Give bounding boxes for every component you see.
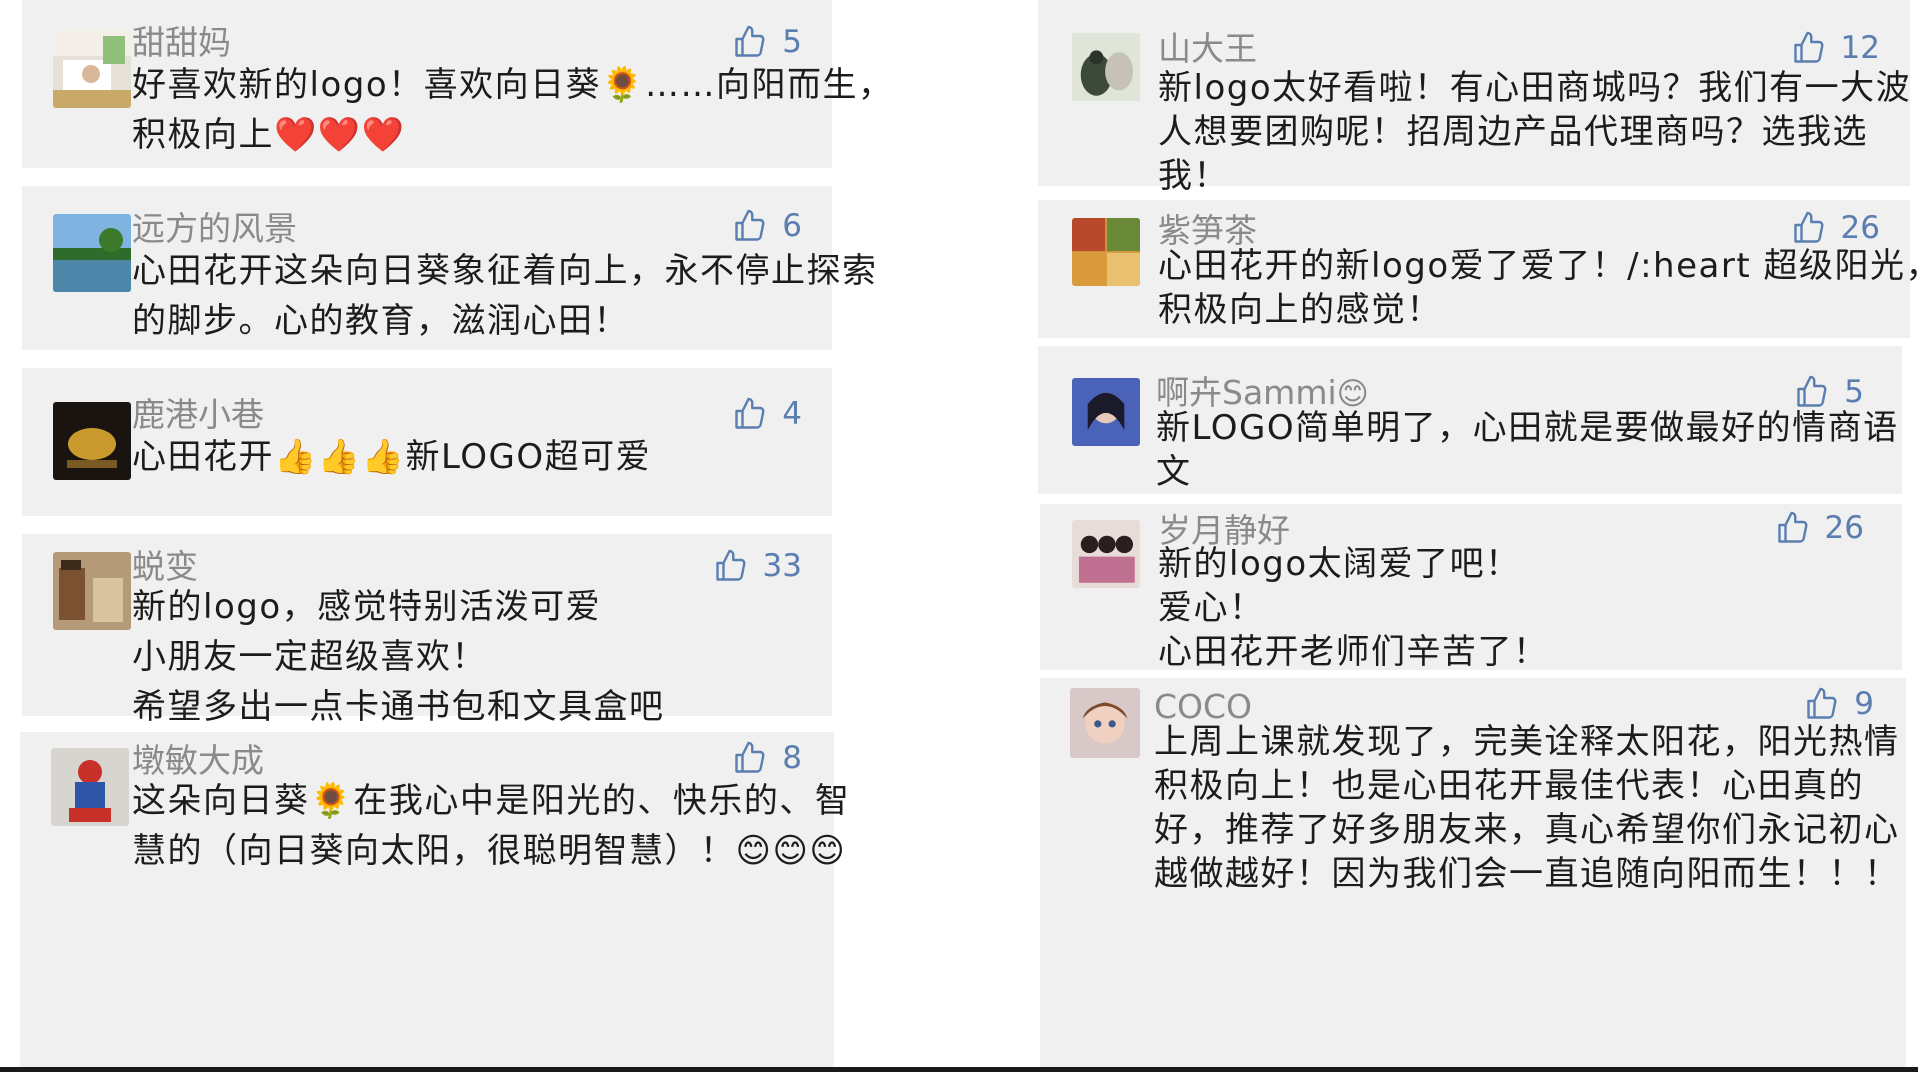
- thumbs-up-icon: [732, 24, 782, 60]
- like-count: 26: [1824, 509, 1864, 546]
- thumbs-up-icon: [732, 740, 782, 776]
- like-count: 4: [782, 395, 802, 432]
- comment-text: 心田花开👍👍👍新LOGO超可爱: [132, 432, 651, 482]
- comment-text: 上周上课就发现了，完美诠释太阳花，阳光热情 积极向上！也是心田花开最佳代表！心田…: [1154, 720, 1900, 896]
- thumbs-up-icon: [1794, 374, 1844, 410]
- like-button[interactable]: 6: [732, 208, 802, 244]
- comment-card: 鹿港小巷 4 心田花开👍👍👍新LOGO超可爱: [22, 368, 832, 516]
- comment-line: 我！: [1158, 156, 1229, 196]
- thumbs-up-icon: [1791, 210, 1841, 246]
- comment-line: 越做越好！因为我们会一直追随向阳而生！！！: [1154, 854, 1900, 894]
- thumbs-up-icon: [732, 208, 782, 244]
- comment-username[interactable]: 蜕变: [132, 550, 198, 583]
- like-button[interactable]: 5: [732, 24, 802, 60]
- comment-username[interactable]: 甜甜妈: [132, 26, 231, 59]
- like-count: 33: [762, 547, 802, 584]
- like-count: 6: [782, 207, 802, 244]
- comment-line: 的脚步。心的教育，滋润心田！: [132, 301, 629, 341]
- comment-line: 人想要团购呢！招周边产品代理商吗？选我选: [1158, 112, 1868, 152]
- comment-line: 心田花开👍👍👍新LOGO超可爱: [132, 437, 652, 477]
- thumbs-up-icon: [1791, 30, 1841, 66]
- comment-line: 爱心！: [1158, 588, 1265, 628]
- like-button[interactable]: 26: [1791, 210, 1880, 246]
- avatar[interactable]: [51, 748, 129, 826]
- like-button[interactable]: 8: [732, 740, 802, 776]
- avatar[interactable]: [53, 552, 131, 630]
- comment-line: 积极向上的感觉！: [1158, 290, 1442, 330]
- avatar[interactable]: [1072, 32, 1140, 102]
- like-count: 26: [1840, 209, 1880, 246]
- comment-line: 小朋友一定超级喜欢！: [132, 637, 487, 677]
- comment-line: 新LOGO简单明了，心田就是要做最好的情商语: [1156, 408, 1899, 448]
- comment-text: 新的logo，感觉特别活泼可爱 小朋友一定超级喜欢！ 希望多出一点卡通书包和文具…: [132, 582, 665, 732]
- comment-text: 心田花开这朵向日葵象征着向上，永不停止探索 的脚步。心的教育，滋润心田！: [132, 246, 878, 346]
- like-button[interactable]: 26: [1775, 510, 1864, 546]
- comment-text: 新的logo太阔爱了吧！ 爱心！ 心田花开老师们辛苦了！: [1158, 542, 1549, 674]
- comment-line: 新logo太好看啦！有心田商城吗？我们有一大波: [1158, 68, 1912, 108]
- like-count: 5: [1844, 373, 1864, 410]
- comment-line: 慧的（向日葵向太阳，很聪明智慧）！😊😊😊: [132, 831, 847, 871]
- like-button[interactable]: 5: [1794, 374, 1864, 410]
- comment-card: COCO 9 上周上课就发现了，完美诠释太阳花，阳光热情 积极向上！也是心田花开…: [1040, 678, 1906, 1067]
- avatar[interactable]: [1072, 378, 1140, 446]
- comment-username[interactable]: 紫笋茶: [1158, 214, 1257, 247]
- bottom-edge-divider: [0, 1067, 1918, 1072]
- comment-line: 新的logo太阔爱了吧！: [1158, 544, 1521, 584]
- comment-username[interactable]: 远方的风景: [132, 212, 297, 245]
- avatar[interactable]: [53, 30, 131, 108]
- comment-card: 啊卉Sammi😊 5 新LOGO简单明了，心田就是要做最好的情商语 文: [1038, 346, 1902, 494]
- comment-text: 好喜欢新的logo！喜欢向日葵🌻……向阳而生， 积极向上❤️❤️❤️: [132, 60, 893, 160]
- comment-line: 心田花开的新logo爱了爱了！/:heart 超级阳光，: [1158, 246, 1918, 286]
- comment-text: 这朵向日葵🌻在我心中是阳光的、快乐的、智 慧的（向日葵向太阳，很聪明智慧）！😊😊…: [132, 776, 850, 876]
- like-button[interactable]: 9: [1804, 686, 1874, 722]
- comment-card: 远方的风景 6 心田花开这朵向日葵象征着向上，永不停止探索 的脚步。心的教育，滋…: [22, 186, 876, 350]
- comment-line: 好喜欢新的logo！喜欢向日葵🌻……向阳而生，: [132, 65, 894, 105]
- comment-username[interactable]: COCO: [1154, 690, 1252, 723]
- comment-line: 心田花开这朵向日葵象征着向上，永不停止探索: [132, 251, 878, 291]
- avatar[interactable]: [1070, 688, 1140, 758]
- thumbs-up-icon: [1775, 510, 1825, 546]
- avatar[interactable]: [1072, 520, 1140, 588]
- thumbs-up-icon: [1804, 686, 1854, 722]
- comment-line: 新的logo，感觉特别活泼可爱: [132, 587, 602, 627]
- avatar[interactable]: [1072, 218, 1140, 286]
- like-button[interactable]: 4: [732, 396, 802, 432]
- comment-username[interactable]: 啊卉Sammi😊: [1156, 376, 1369, 410]
- comment-card: 山大王 12 新logo太好看啦！有心田商城吗？我们有一大波 人想要团购呢！招周…: [1038, 0, 1910, 196]
- thumbs-up-icon: [732, 396, 782, 432]
- like-count: 9: [1854, 685, 1874, 722]
- thumbs-up-icon: [713, 548, 763, 584]
- avatar[interactable]: [53, 214, 131, 292]
- comment-username[interactable]: 鹿港小巷: [132, 398, 264, 431]
- comment-card: 甜甜妈 5 好喜欢新的logo！喜欢向日葵🌻……向阳而生， 积极向上❤️❤️❤️: [22, 0, 892, 168]
- like-count: 12: [1840, 29, 1880, 66]
- comment-line: 上周上课就发现了，完美诠释太阳花，阳光热情: [1154, 722, 1900, 762]
- comment-text: 心田花开的新logo爱了爱了！/:heart 超级阳光， 积极向上的感觉！: [1158, 244, 1918, 332]
- like-count: 8: [782, 739, 802, 776]
- comment-line: 文: [1156, 452, 1192, 492]
- like-button[interactable]: 33: [713, 548, 802, 584]
- comment-card: 岁月静好 26 新的logo太阔爱了吧！ 爱心！ 心田花开老师们辛苦了！: [1040, 504, 1902, 672]
- comment-line: 这朵向日葵🌻在我心中是阳光的、快乐的、智: [132, 781, 851, 821]
- comment-card: 墩敏大成 8 这朵向日葵🌻在我心中是阳光的、快乐的、智 慧的（向日葵向太阳，很聪…: [20, 732, 849, 1067]
- comment-card: 紫笋茶 26 心田花开的新logo爱了爱了！/:heart 超级阳光， 积极向上…: [1038, 200, 1918, 338]
- like-count: 5: [782, 23, 802, 60]
- comment-line: 好，推荐了好多朋友来，真心希望你们永记初心: [1154, 810, 1900, 850]
- comment-line: 心田花开老师们辛苦了！: [1158, 632, 1549, 672]
- like-button[interactable]: 12: [1791, 30, 1880, 66]
- comment-username[interactable]: 墩敏大成: [132, 744, 264, 777]
- comment-line: 积极向上❤️❤️❤️: [132, 115, 406, 155]
- comment-username[interactable]: 山大王: [1158, 32, 1257, 65]
- comment-text: 新logo太好看啦！有心田商城吗？我们有一大波 人想要团购呢！招周边产品代理商吗…: [1158, 66, 1911, 198]
- comment-text: 新LOGO简单明了，心田就是要做最好的情商语 文: [1156, 406, 1899, 494]
- comment-card: 蜕变 33 新的logo，感觉特别活泼可爱 小朋友一定超级喜欢！ 希望多出一点卡…: [22, 534, 832, 727]
- comment-line: 积极向上！也是心田花开最佳代表！心田真的: [1154, 766, 1864, 806]
- comment-line: 希望多出一点卡通书包和文具盒吧: [132, 687, 665, 727]
- avatar[interactable]: [53, 402, 131, 480]
